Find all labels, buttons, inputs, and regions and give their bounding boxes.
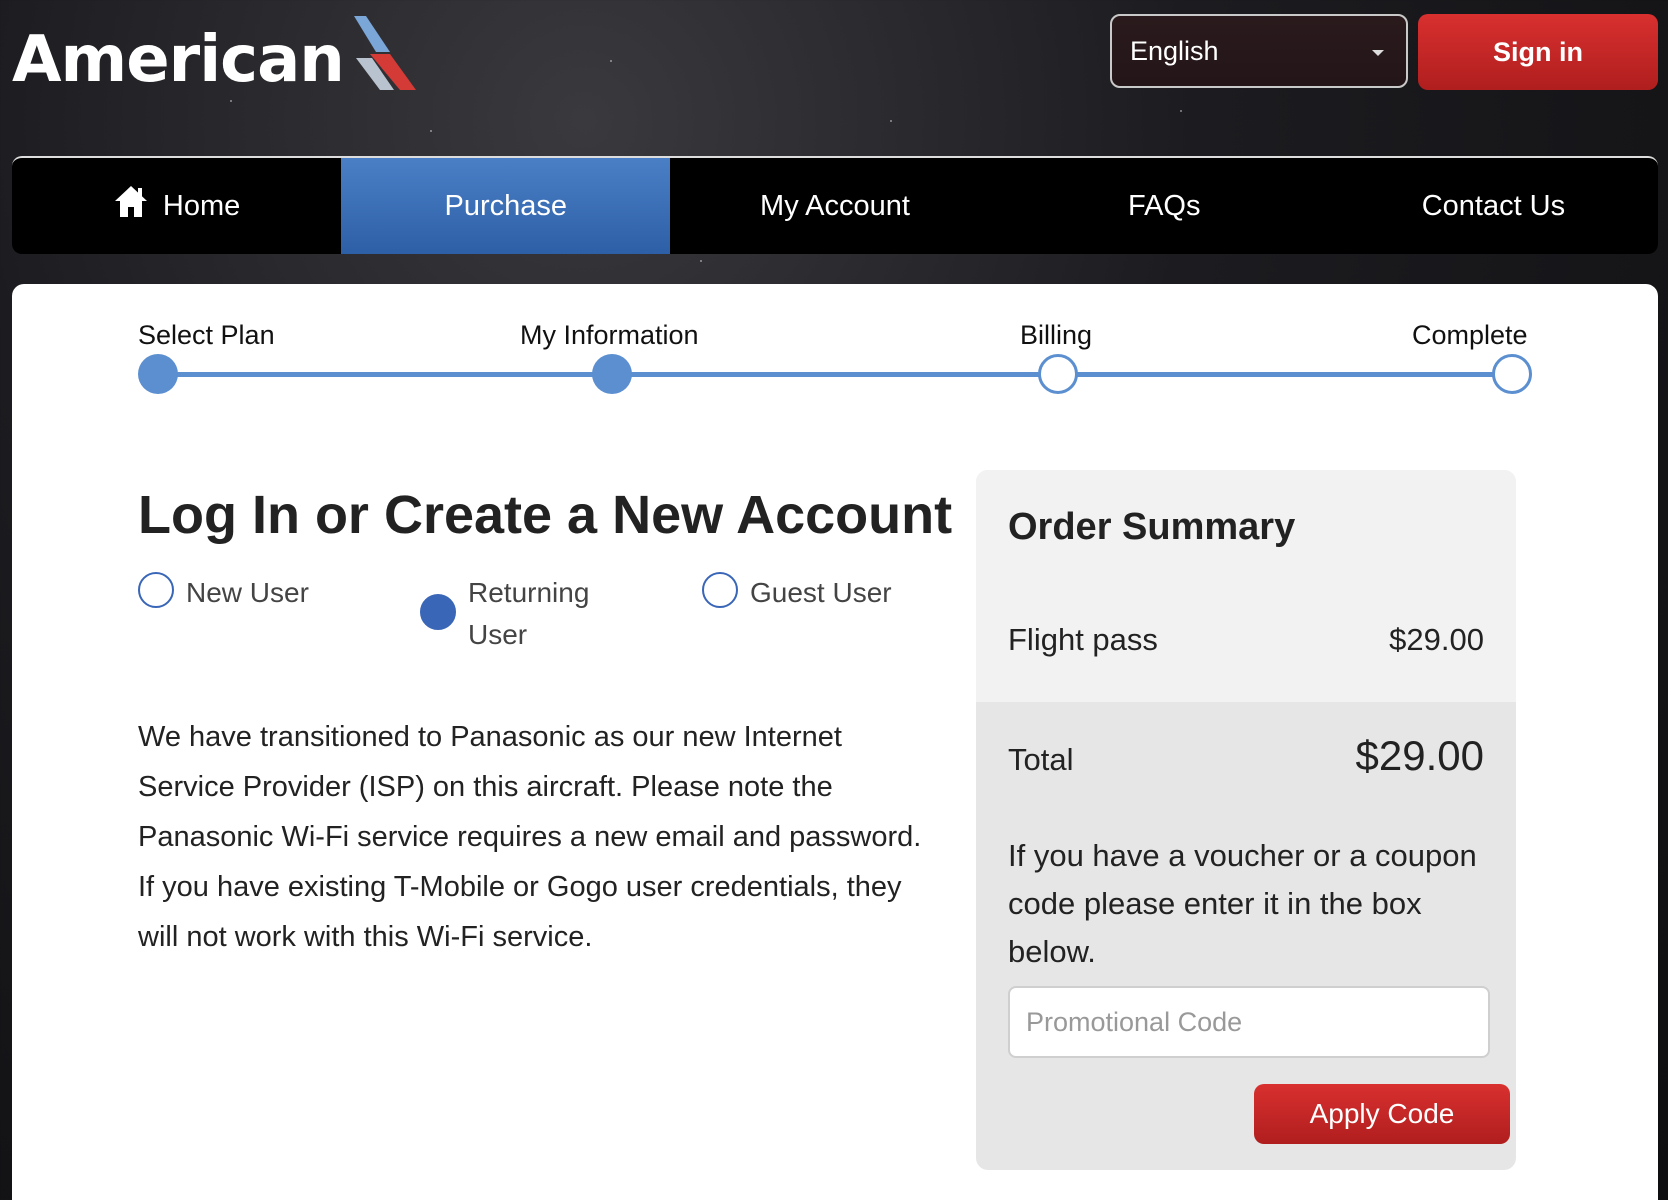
order-summary-title: Order Summary <box>1008 506 1296 548</box>
radio-circle[interactable] <box>138 572 174 608</box>
radio-label: New User <box>186 577 309 608</box>
radio-guest-user[interactable]: Guest User <box>702 572 892 614</box>
promotional-code-input[interactable] <box>1008 986 1490 1058</box>
language-select-value: English <box>1130 35 1219 66</box>
radio-circle[interactable] <box>702 572 738 608</box>
radio-returning-user[interactable]: Returning User <box>420 572 608 656</box>
step-dot-complete <box>1492 354 1532 394</box>
voucher-instructions: If you have a voucher or a coupon code p… <box>1008 838 1477 969</box>
eagle-logo-icon <box>353 16 416 90</box>
purchase-card: Select Plan My Information Billing Compl… <box>12 284 1658 1200</box>
order-summary-header: Order Summary Flight pass $29.00 <box>976 470 1516 702</box>
step-label-my-information: My Information <box>520 320 699 350</box>
radio-circle-selected[interactable] <box>420 594 456 630</box>
radio-label: Returning User <box>468 577 590 650</box>
line-item-label: Flight pass <box>1008 622 1158 657</box>
page-title: Log In or Create a New Account <box>138 485 953 545</box>
nav-item-label: My Account <box>760 189 910 222</box>
chevron-down-icon <box>1372 50 1384 56</box>
radio-new-user[interactable]: New User <box>138 572 309 614</box>
total-label: Total <box>1008 742 1074 777</box>
nav-item-contact-us[interactable]: Contact Us <box>1329 158 1658 254</box>
order-summary-panel: Order Summary Flight pass $29.00 Total $… <box>976 470 1516 1170</box>
line-item-flight-pass: Flight pass $29.00 <box>1008 622 1484 658</box>
nav-item-label: Home <box>162 189 241 222</box>
step-label-billing: Billing <box>1020 320 1093 350</box>
step-label-complete: Complete <box>1412 320 1528 350</box>
nav-item-my-account[interactable]: My Account <box>670 158 999 254</box>
american-logo[interactable]: American <box>12 14 426 94</box>
line-item-price: $29.00 <box>1389 622 1484 657</box>
radio-label: Guest User <box>750 577 892 608</box>
step-dot-billing <box>1038 354 1078 394</box>
total-price: $29.00 <box>1355 732 1484 779</box>
step-label-select-plan: Select Plan <box>138 320 275 350</box>
nav-item-label: Purchase <box>444 189 568 222</box>
nav-item-label: Contact Us <box>1421 189 1566 222</box>
step-dot-select-plan <box>138 354 178 394</box>
nav-item-home[interactable]: Home <box>12 158 341 254</box>
user-type-radio-group: New User Returning User Guest User <box>138 572 918 662</box>
progress-track <box>157 372 1522 377</box>
apply-code-button[interactable]: Apply Code <box>1254 1084 1510 1144</box>
nav-item-purchase[interactable]: Purchase <box>341 158 671 254</box>
isp-transition-notice: We have transitioned to Panasonic as our… <box>138 721 922 953</box>
sign-in-button[interactable]: Sign in <box>1418 14 1658 90</box>
language-select[interactable]: English <box>1110 14 1408 88</box>
nav-item-faqs[interactable]: FAQs <box>1000 158 1329 254</box>
total-row: Total $29.00 <box>1008 732 1484 780</box>
brand-name: American <box>12 23 345 97</box>
nav-item-label: FAQs <box>1127 189 1201 222</box>
home-icon <box>114 186 147 217</box>
step-dot-my-information <box>592 354 632 394</box>
main-nav: Home Purchase My Account FAQs Contact Us <box>12 156 1658 254</box>
